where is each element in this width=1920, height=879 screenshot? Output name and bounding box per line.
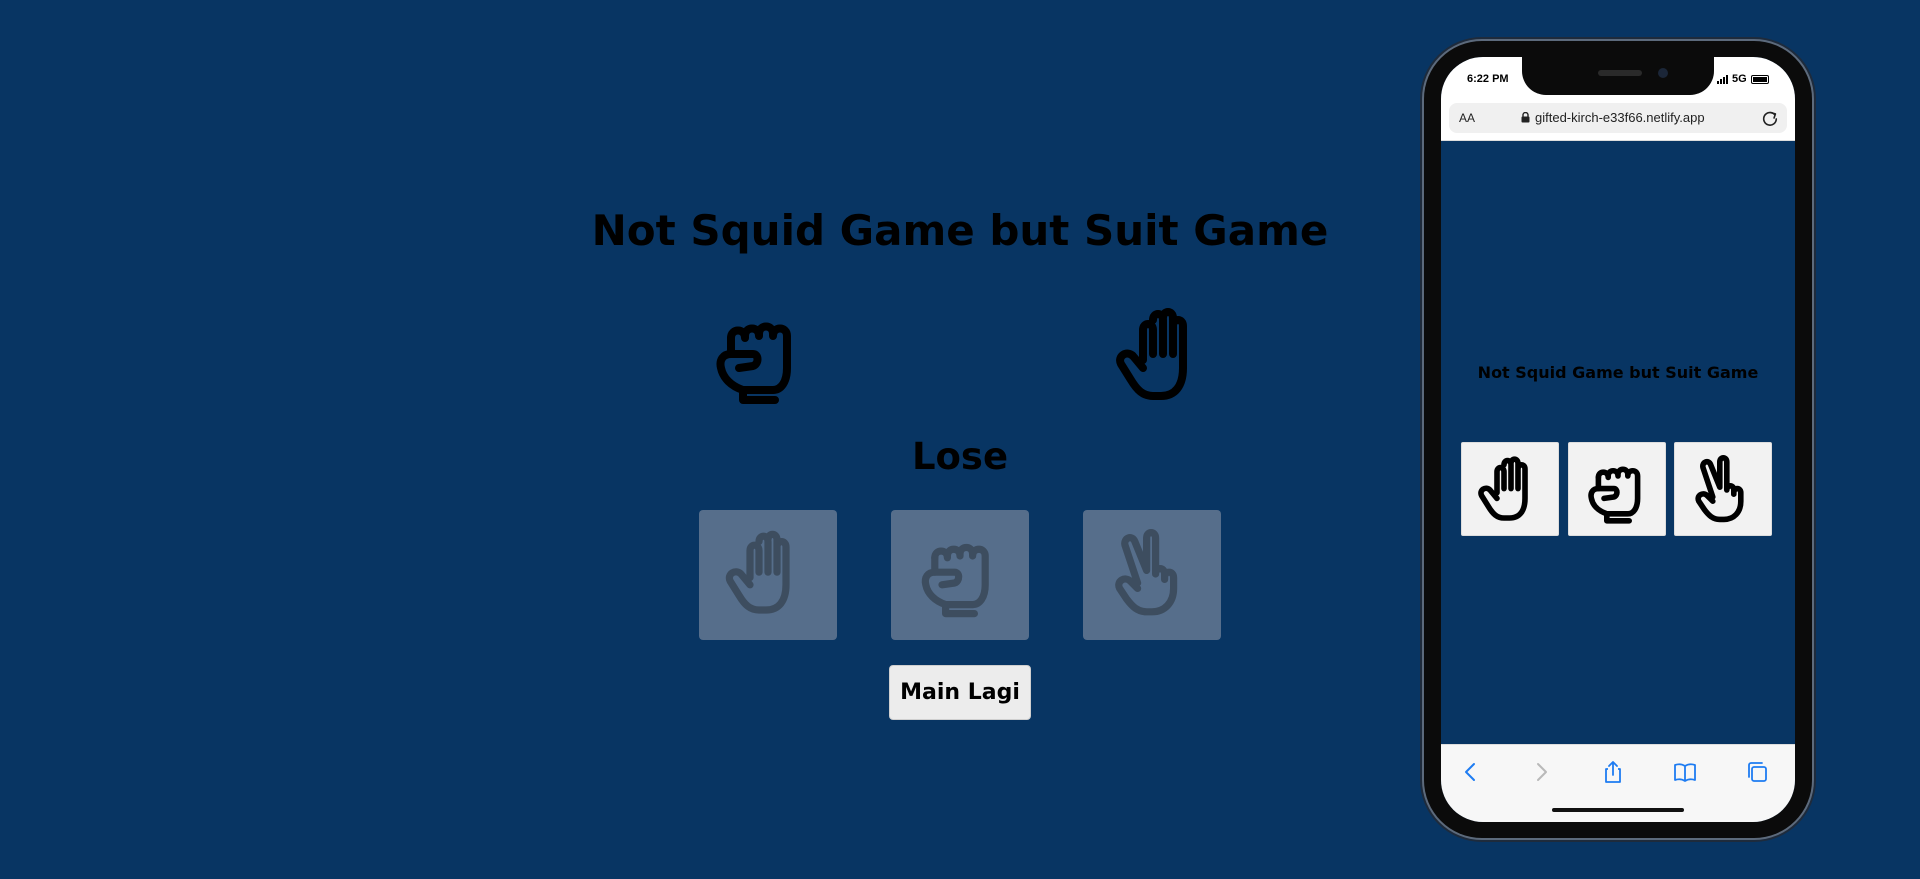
mobile-choice-paper-button[interactable] — [1461, 442, 1559, 536]
result-text: Lose — [911, 435, 1009, 478]
lock-icon — [1521, 112, 1530, 123]
speaker-grille — [1598, 70, 1642, 76]
choice-rock-button[interactable] — [891, 510, 1029, 640]
open-hand-icon — [723, 524, 813, 624]
browser-toolbar — [1441, 744, 1795, 822]
mobile-choice-scissors-button[interactable] — [1674, 442, 1772, 536]
network-label: 5G — [1732, 73, 1747, 85]
choice-paper-button[interactable] — [699, 510, 837, 640]
fist-icon — [915, 524, 1005, 624]
url-display[interactable]: gifted-kirch-e33f66.netlify.app — [1521, 110, 1705, 125]
choice-scissors-button[interactable] — [1083, 510, 1221, 640]
mobile-choice-rock-button[interactable] — [1568, 442, 1666, 536]
bookmarks-icon[interactable] — [1672, 759, 1698, 785]
phone-mockup: 6:22 PM 5G AA gifted-kirch-e33f66.netlif… — [1424, 41, 1812, 838]
page-title: Not Squid Game but Suit Game — [591, 206, 1329, 255]
peace-hand-icon — [1689, 453, 1759, 527]
status-time: 6:22 PM — [1467, 73, 1509, 85]
status-icons: 5G — [1717, 73, 1769, 85]
url-text: gifted-kirch-e33f66.netlify.app — [1535, 110, 1705, 125]
game-area: Not Squid Game but Suit Game Lose Main L… — [560, 200, 1360, 740]
tabs-icon[interactable] — [1744, 759, 1770, 785]
player-hand-fist-icon — [708, 306, 810, 406]
phone-screen: 6:22 PM 5G AA gifted-kirch-e33f66.netlif… — [1441, 57, 1795, 822]
open-hand-icon — [1476, 453, 1546, 527]
fist-icon — [1583, 453, 1653, 527]
address-bar[interactable]: AA gifted-kirch-e33f66.netlify.app — [1449, 103, 1787, 133]
home-indicator — [1552, 808, 1684, 812]
mobile-page-title: Not Squid Game but Suit Game — [1477, 363, 1759, 382]
signal-icon — [1717, 74, 1728, 84]
browser-address-area: AA gifted-kirch-e33f66.netlify.app — [1441, 99, 1795, 141]
peace-hand-icon — [1107, 524, 1197, 624]
back-icon[interactable] — [1458, 759, 1484, 785]
battery-icon — [1750, 74, 1769, 84]
replay-button[interactable]: Main Lagi — [889, 665, 1031, 720]
computer-hand-open-hand-icon — [1113, 302, 1213, 410]
reader-aa-button[interactable]: AA — [1459, 111, 1475, 125]
reload-icon[interactable] — [1761, 109, 1779, 127]
forward-icon[interactable] — [1528, 759, 1554, 785]
camera-icon — [1658, 68, 1668, 78]
share-icon[interactable] — [1600, 759, 1626, 785]
phone-notch — [1522, 57, 1714, 95]
